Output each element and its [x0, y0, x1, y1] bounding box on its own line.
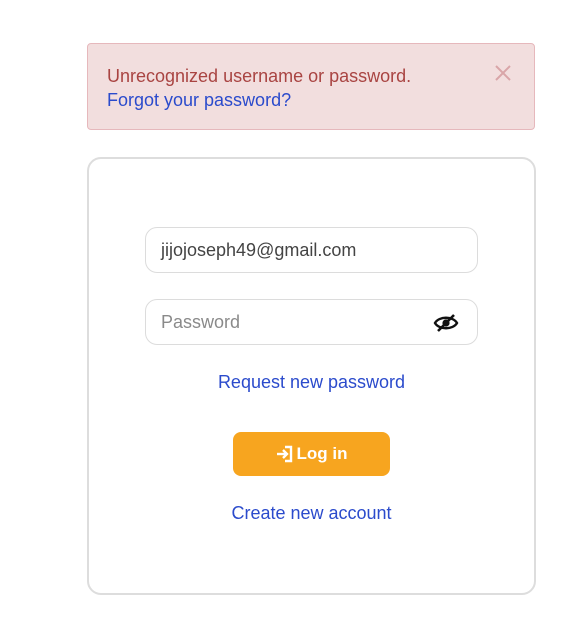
password-field[interactable]: Password: [145, 299, 478, 345]
error-alert: Unrecognized username or password. Forgo…: [87, 43, 535, 130]
request-new-password-link[interactable]: Request new password: [87, 372, 536, 393]
forgot-password-link[interactable]: Forgot your password?: [107, 88, 291, 112]
sign-in-icon: [276, 445, 294, 463]
email-value: jijojoseph49@gmail.com: [161, 239, 357, 260]
login-button-label: Log in: [296, 444, 348, 463]
eye-slash-icon[interactable]: [433, 312, 459, 334]
error-message: Unrecognized username or password.: [107, 66, 412, 86]
close-icon[interactable]: [492, 62, 514, 84]
create-account-link[interactable]: Create new account: [87, 503, 536, 524]
email-field[interactable]: jijojoseph49@gmail.com: [145, 227, 478, 273]
password-placeholder: Password: [161, 311, 241, 332]
login-button[interactable]: Log in: [233, 432, 390, 476]
